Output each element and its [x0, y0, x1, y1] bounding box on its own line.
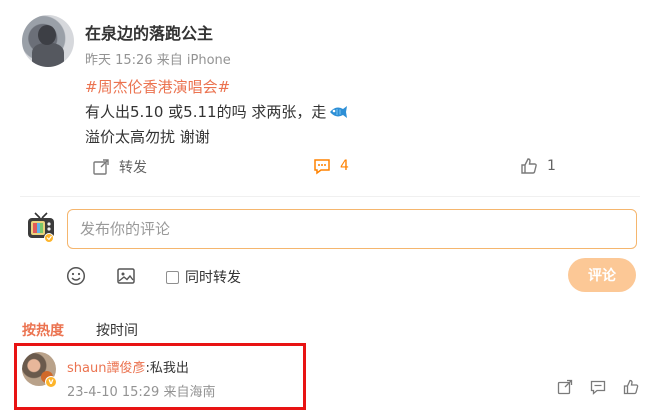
repost-icon: [93, 159, 109, 175]
post-actions: 转发 4 1: [0, 157, 660, 179]
commenter-name[interactable]: shaun譚俊彥: [67, 361, 145, 376]
submit-comment-button[interactable]: 评论: [568, 258, 636, 292]
composer-tools: 同时转发: [0, 264, 660, 290]
comment-content: :私我出: [145, 361, 189, 376]
thumbs-up-icon: [521, 158, 537, 174]
comment-button[interactable]: 4: [313, 157, 349, 175]
like-button[interactable]: 1: [520, 157, 556, 175]
image-icon[interactable]: [116, 266, 136, 286]
post-source: 来自 iPhone: [156, 53, 231, 68]
comment-text: shaun譚俊彥:私我出: [67, 357, 189, 376]
post-topic[interactable]: #周杰伦香港演唱会#: [85, 76, 230, 97]
comment-count: 4: [340, 158, 349, 174]
repost-checkbox[interactable]: 同时转发: [166, 267, 241, 287]
section-divider: [20, 196, 640, 197]
post-time[interactable]: 昨天 15:26: [85, 53, 153, 68]
sort-by-time-tab[interactable]: 按时间: [96, 320, 138, 340]
post-text-line2: 溢价太高勿扰 谢谢: [85, 128, 210, 146]
comment-location: 来自海南: [163, 385, 216, 400]
post-text-line1-content: 有人出5.10 或5.11的吗 求两张，走: [85, 103, 327, 121]
repost-label: 转发: [119, 160, 147, 176]
like-count: 1: [547, 158, 556, 174]
sort-by-hot-tab[interactable]: 按热度: [22, 320, 64, 340]
comment-meta: 23-4-10 15:29 来自海南: [67, 381, 216, 400]
post-username[interactable]: 在泉边的落跑公主: [85, 20, 213, 44]
post-text-line1: 有人出5.10 或5.11的吗 求两张，走: [85, 101, 348, 122]
emoji-icon[interactable]: [66, 266, 86, 286]
comment-repost-icon[interactable]: [557, 379, 573, 395]
comment-icon: [314, 159, 330, 175]
verified-badge-icon: v: [45, 376, 57, 388]
comment-time: 23-4-10 15:29: [67, 385, 160, 400]
post-avatar[interactable]: [22, 15, 74, 67]
post-meta: 昨天 15:26 来自 iPhone: [85, 49, 231, 68]
repost-check-label: 同时转发: [185, 270, 241, 286]
comment-reply-icon[interactable]: [590, 379, 606, 395]
fish-icon: [330, 106, 348, 118]
repost-button[interactable]: 转发: [92, 157, 147, 177]
tv-avatar-icon: [28, 212, 54, 242]
comment-input[interactable]: [67, 209, 637, 249]
checkbox-box[interactable]: [166, 270, 179, 284]
comment-like-icon[interactable]: [623, 379, 639, 395]
